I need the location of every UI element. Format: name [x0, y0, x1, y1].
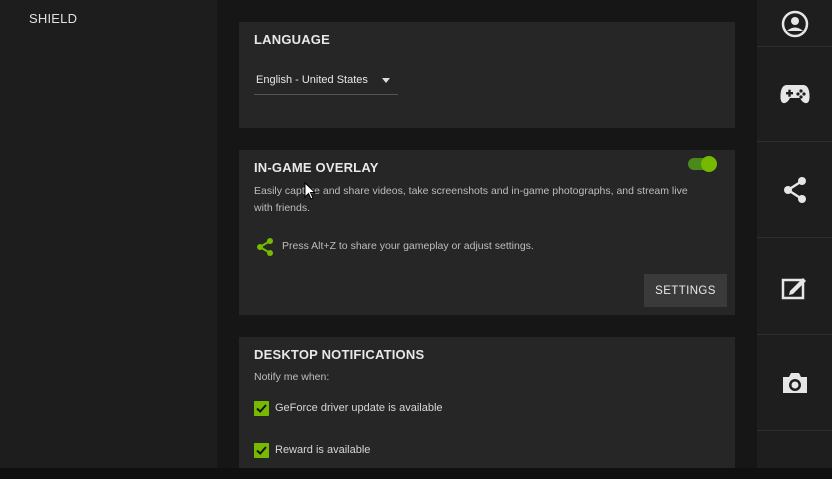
overlay-hint-text: Press Alt+Z to share your gameplay or ad… [282, 240, 534, 252]
share-icon [257, 238, 273, 256]
settings-panel: LANGUAGE English - United States IN-GAME… [217, 0, 757, 468]
toggle-knob [701, 156, 717, 172]
right-sidebar-edit[interactable] [757, 240, 832, 335]
notify-option-label: Reward is available [275, 444, 371, 456]
right-sidebar-games[interactable] [757, 47, 832, 142]
language-selected-value: English - United States [256, 74, 368, 86]
right-sidebar [757, 0, 832, 468]
mouse-cursor-icon [304, 182, 316, 200]
in-game-overlay-card: IN-GAME OVERLAY Easily capture and share… [239, 150, 735, 315]
left-sidebar: SHIELD [0, 0, 217, 468]
checkbox-checked-icon[interactable] [254, 401, 269, 416]
language-card: LANGUAGE English - United States [239, 22, 735, 128]
notifications-subtitle: Notify me when: [254, 371, 330, 383]
overlay-title: IN-GAME OVERLAY [254, 160, 379, 175]
right-sidebar-share[interactable] [757, 143, 832, 238]
notify-option-label: GeForce driver update is available [275, 402, 443, 414]
sidebar-item-shield[interactable]: SHIELD [29, 11, 77, 26]
share-icon [783, 177, 806, 203]
desktop-notifications-card: DESKTOP NOTIFICATIONS Notify me when: Ge… [239, 337, 735, 468]
right-sidebar-camera[interactable] [757, 336, 832, 431]
account-icon [781, 10, 808, 38]
notifications-title: DESKTOP NOTIFICATIONS [254, 347, 425, 362]
language-title: LANGUAGE [254, 32, 330, 47]
edit-icon [781, 278, 806, 300]
overlay-toggle[interactable] [688, 156, 717, 172]
chevron-down-icon [382, 78, 390, 83]
bottom-bar [0, 468, 832, 479]
camera-icon [782, 373, 807, 393]
checkbox-checked-icon[interactable] [254, 443, 269, 458]
overlay-settings-button[interactable]: SETTINGS [644, 274, 727, 307]
gamepad-icon [779, 85, 810, 104]
language-dropdown[interactable]: English - United States [254, 74, 398, 95]
right-sidebar-account[interactable] [757, 0, 832, 47]
overlay-description: Easily capture and share videos, take sc… [254, 185, 688, 214]
